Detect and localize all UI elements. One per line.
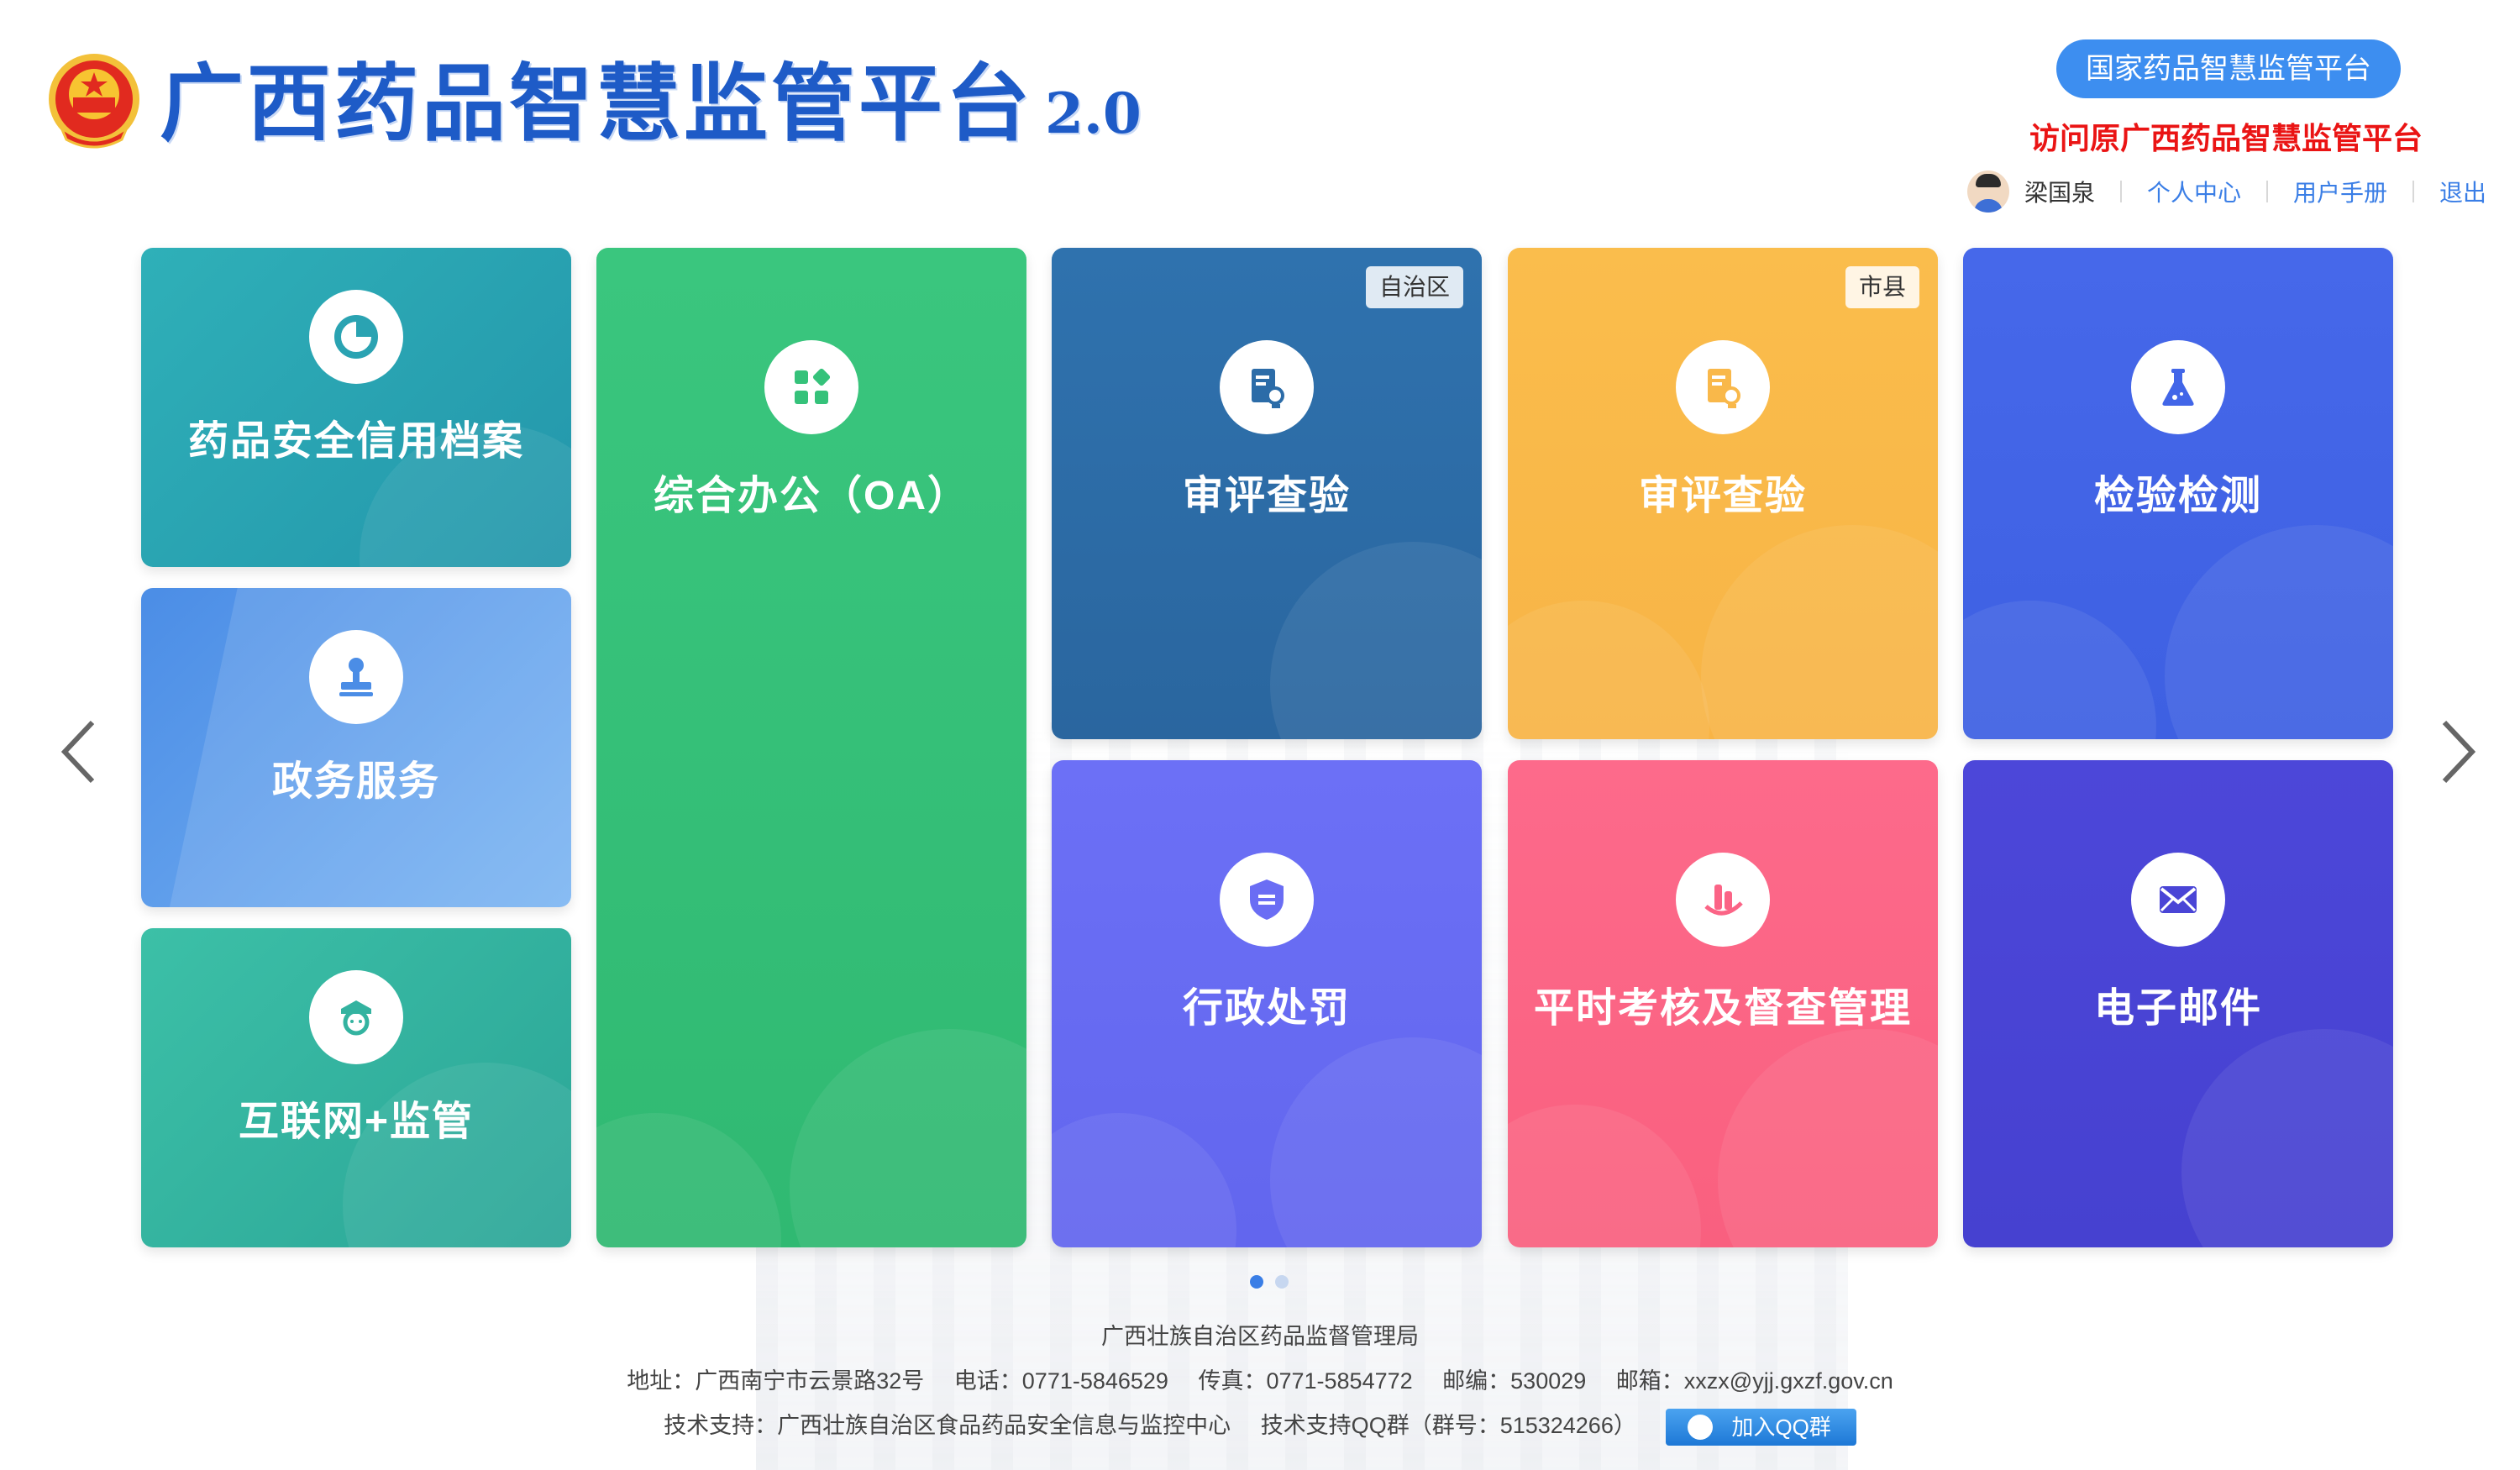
carousel-pagination [1250, 1275, 1289, 1289]
tile-label: 平时考核及督查管理 [1533, 986, 1912, 1031]
tile-office-automation[interactable]: 综合办公（OA） [596, 248, 1026, 1247]
national-platform-button[interactable]: 国家药品智慧监管平台 [2056, 39, 2401, 98]
footer-phone: 电话：0771-5846529 [953, 1368, 1168, 1394]
tile-label: 综合办公（OA） [653, 474, 969, 518]
user-bar: 梁国泉 个人中心 用户手册 退出 [1966, 168, 2486, 215]
user-avatar [1966, 171, 2009, 213]
tile-inspection-testing[interactable]: 检验检测 [1963, 248, 2393, 739]
tile-review-inspection-city[interactable]: 市县 审评查验 [1508, 248, 1938, 739]
tile-internet-supervision[interactable]: 互联网+监管 [141, 928, 571, 1247]
old-platform-link[interactable]: 访问原广西药品智慧监管平台 [1974, 118, 2478, 160]
decor-circle [1508, 1105, 1701, 1247]
carousel-prev-button[interactable] [55, 714, 105, 790]
mail-icon [2131, 853, 2225, 947]
tile-tag-city: 市县 [1845, 266, 1919, 308]
assessment-icon [1676, 853, 1770, 947]
divider [2119, 181, 2122, 202]
footer-fax: 传真：0771-5854772 [1198, 1368, 1413, 1394]
tile-label: 电子邮件 [2093, 986, 2262, 1031]
tile-label: 互联网+监管 [238, 1100, 475, 1144]
footer-zip: 邮编：530029 [1442, 1368, 1587, 1394]
decor-circle [1270, 542, 1482, 739]
decor-circle [1718, 1029, 1938, 1247]
platform-version: 2.0 [1045, 81, 1142, 146]
decor-circle [790, 1029, 1026, 1247]
divider [2412, 181, 2414, 202]
chevron-left-icon [60, 720, 95, 784]
carousel-next-button[interactable] [2432, 714, 2482, 790]
tile-drug-credit-archive[interactable]: 药品安全信用档案 [141, 248, 571, 567]
footer-address: 地址：广西南宁市云景路32号 [627, 1368, 925, 1394]
decor-circle [2165, 525, 2393, 739]
footer-email: 邮箱：xxzx@yjj.gxzf.gov.cn [1615, 1368, 1893, 1394]
footer-tech-support: 技术支持：广西壮族自治区食品药品安全信息与监控中心 [664, 1413, 1231, 1438]
divider [2265, 181, 2268, 202]
decor-circle [1963, 601, 2156, 739]
tile-label: 行政处罚 [1182, 986, 1351, 1031]
user-manual-link[interactable]: 用户手册 [2293, 175, 2387, 208]
officer-icon [309, 970, 403, 1064]
logout-link[interactable]: 退出 [2439, 175, 2486, 208]
penalty-shield-icon [1220, 853, 1314, 947]
tile-government-service[interactable]: 政务服务 [141, 588, 571, 907]
qq-group-icon [1688, 1415, 1714, 1440]
pagination-dot-1[interactable] [1250, 1275, 1263, 1289]
footer-org: 广西壮族自治区药品监督管理局 [1101, 1324, 1419, 1349]
platform-title: 广西药品智慧监管平台 2.0 [160, 54, 1142, 153]
decor-circle [1270, 1037, 1482, 1247]
decor-circle [596, 1113, 781, 1247]
user-name: 梁国泉 [2024, 180, 2095, 206]
chevron-right-icon [2442, 720, 2476, 784]
decor-circle [1701, 525, 1938, 739]
document-review-icon [1220, 340, 1314, 434]
join-qq-group-button[interactable]: 加入QQ群 [1666, 1408, 1856, 1446]
personal-center-link[interactable]: 个人中心 [2147, 175, 2241, 208]
footer-support-line: 技术支持：广西壮族自治区食品药品安全信息与监控中心 技术支持QQ群（群号：515… [0, 1404, 2520, 1448]
decor-circle [2181, 1029, 2393, 1247]
tile-review-inspection-region[interactable]: 自治区 审评查验 [1052, 248, 1482, 739]
tile-label: 审评查验 [1182, 474, 1351, 518]
decor-circle [1052, 1113, 1236, 1247]
document-review-icon [1676, 340, 1770, 434]
national-emblem-icon [46, 50, 143, 151]
tile-label: 药品安全信用档案 [187, 419, 524, 464]
stamp-icon [309, 630, 403, 724]
tile-routine-assessment[interactable]: 平时考核及督查管理 [1508, 760, 1938, 1247]
apps-icon [764, 340, 858, 434]
footer: 广西壮族自治区药品监督管理局 地址：广西南宁市云景路32号 电话：0771-58… [0, 1315, 2520, 1448]
pie-chart-icon [309, 290, 403, 384]
tile-administrative-penalty[interactable]: 行政处罚 [1052, 760, 1482, 1247]
flask-icon [2131, 340, 2225, 434]
tile-label: 检验检测 [2093, 474, 2262, 518]
tile-label: 政务服务 [271, 759, 440, 804]
tile-tag-region: 自治区 [1365, 266, 1463, 308]
tile-label: 审评查验 [1638, 474, 1807, 518]
join-qq-group-label: 加入QQ群 [1731, 1414, 1831, 1440]
footer-contact-line: 地址：广西南宁市云景路32号 电话：0771-5846529 传真：0771-5… [0, 1359, 2520, 1404]
pagination-dot-2[interactable] [1275, 1275, 1289, 1289]
tile-email[interactable]: 电子邮件 [1963, 760, 2393, 1247]
footer-qq-group: 技术支持QQ群（群号：515324266） [1260, 1413, 1636, 1438]
decor-circle [1508, 601, 1709, 739]
